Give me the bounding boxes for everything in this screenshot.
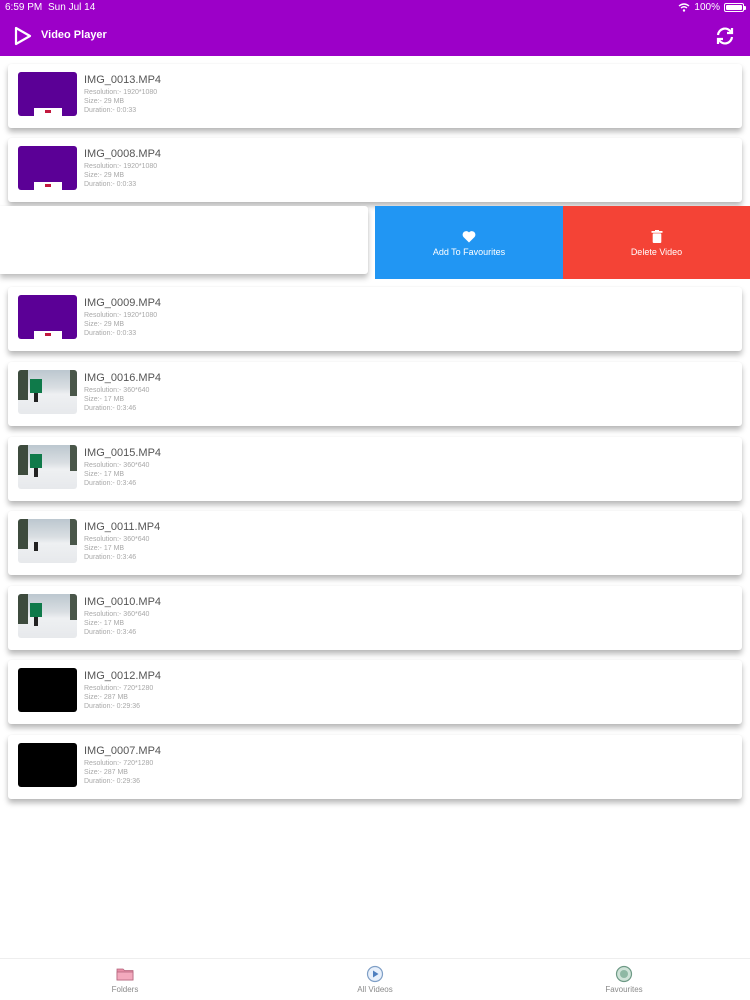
trash-icon bbox=[651, 230, 662, 243]
video-name: IMG_0011.MP4 bbox=[84, 521, 161, 533]
tab-folders[interactable]: Folders bbox=[65, 965, 185, 994]
video-name: IMG_0007.MP4 bbox=[84, 745, 162, 757]
status-date: Sun Jul 14 bbox=[48, 2, 96, 13]
wifi-icon bbox=[678, 3, 690, 12]
video-name: IMG_0013.MP4 bbox=[84, 74, 162, 86]
video-size: Size:- 29 MB bbox=[84, 321, 125, 328]
video-size: Size:- 29 MB bbox=[84, 172, 125, 179]
delete-video-button[interactable]: Delete Video bbox=[563, 206, 750, 279]
add-to-favourites-label: Add To Favourites bbox=[432, 247, 506, 257]
video-thumbnail bbox=[18, 146, 77, 190]
tab-all-videos[interactable]: All Videos bbox=[315, 965, 435, 994]
video-resolution: Resolution:- 360*640 bbox=[84, 611, 150, 618]
video-duration: Duration:- 0:0:33 bbox=[84, 181, 137, 188]
swiped-video-item[interactable] bbox=[0, 206, 368, 274]
battery-icon bbox=[724, 3, 746, 12]
video-size: Size:- 29 MB bbox=[84, 98, 125, 105]
video-name: IMG_0008.MP4 bbox=[84, 148, 162, 160]
video-size: Size:- 17 MB bbox=[84, 545, 125, 552]
video-thumbnail bbox=[18, 72, 77, 116]
video-item[interactable]: IMG_0010.MP4 Resolution:- 360*640 Size:-… bbox=[8, 586, 742, 650]
video-duration: Duration:- 0:29:36 bbox=[84, 778, 141, 785]
app-screen: 6:59 PM Sun Jul 14 100% Video Player IMG… bbox=[0, 0, 750, 1000]
status-bar: 6:59 PM Sun Jul 14 100% bbox=[0, 0, 750, 16]
header-bar: 6:59 PM Sun Jul 14 100% Video Player bbox=[0, 0, 750, 56]
video-resolution: Resolution:- 1920*1080 bbox=[84, 89, 158, 96]
video-item[interactable]: IMG_0007.MP4 Resolution:- 720*1280 Size:… bbox=[8, 735, 742, 799]
page-title: Video Player bbox=[41, 29, 107, 41]
video-resolution: Resolution:- 1920*1080 bbox=[84, 312, 158, 319]
video-item[interactable]: IMG_0015.MP4 Resolution:- 360*640 Size:-… bbox=[8, 437, 742, 501]
video-thumbnail bbox=[18, 594, 77, 638]
tab-bar: Folders All Videos Favourites bbox=[0, 958, 750, 1000]
refresh-icon[interactable] bbox=[714, 25, 736, 47]
video-resolution: Resolution:- 720*1280 bbox=[84, 685, 154, 692]
video-duration: Duration:- 0:3:46 bbox=[84, 629, 137, 636]
video-size: Size:- 17 MB bbox=[84, 620, 125, 627]
video-duration: Duration:- 0:0:33 bbox=[84, 330, 137, 337]
video-size: Size:- 17 MB bbox=[84, 471, 125, 478]
tab-favourites[interactable]: Favourites bbox=[564, 965, 684, 994]
video-resolution: Resolution:- 360*640 bbox=[84, 387, 150, 394]
video-item[interactable]: IMG_0016.MP4 Resolution:- 360*640 Size:-… bbox=[8, 362, 742, 426]
battery-percent: 100% bbox=[694, 2, 720, 13]
video-thumbnail bbox=[18, 445, 77, 489]
tab-folders-label: Folders bbox=[111, 985, 139, 994]
video-item[interactable]: IMG_0008.MP4 Resolution:- 1920*1080 Size… bbox=[8, 138, 742, 202]
video-item[interactable]: IMG_0012.MP4 Resolution:- 720*1280 Size:… bbox=[8, 660, 742, 724]
tab-favourites-label: Favourites bbox=[605, 985, 643, 994]
video-item[interactable]: IMG_0013.MP4 Resolution:- 1920*1080 Size… bbox=[8, 64, 742, 128]
video-duration: Duration:- 0:29:36 bbox=[84, 703, 141, 710]
video-item[interactable]: IMG_0009.MP4 Resolution:- 1920*1080 Size… bbox=[8, 287, 742, 351]
video-resolution: Resolution:- 1920*1080 bbox=[84, 163, 158, 170]
video-thumbnail bbox=[18, 743, 77, 787]
status-time: 6:59 PM bbox=[5, 2, 43, 13]
video-duration: Duration:- 0:3:46 bbox=[84, 554, 137, 561]
folder-icon bbox=[116, 968, 134, 981]
status-right: 100% bbox=[678, 2, 746, 13]
delete-video-label: Delete Video bbox=[630, 247, 683, 257]
video-duration: Duration:- 0:3:46 bbox=[84, 405, 137, 412]
navbar: Video Player bbox=[0, 22, 750, 50]
video-size: Size:- 17 MB bbox=[84, 396, 125, 403]
play-logo-icon bbox=[14, 26, 32, 46]
tab-all-videos-label: All Videos bbox=[357, 985, 393, 994]
video-thumbnail bbox=[18, 370, 77, 414]
video-duration: Duration:- 0:3:46 bbox=[84, 480, 137, 487]
video-thumbnail bbox=[18, 668, 77, 712]
video-thumbnail bbox=[18, 295, 77, 339]
play-circle-icon bbox=[366, 965, 384, 983]
video-item[interactable]: IMG_0011.MP4 Resolution:- 360*640 Size:-… bbox=[8, 511, 742, 575]
video-size: Size:- 287 MB bbox=[84, 694, 128, 701]
video-name: IMG_0009.MP4 bbox=[84, 297, 162, 309]
video-thumbnail bbox=[18, 519, 77, 563]
video-size: Size:- 287 MB bbox=[84, 769, 128, 776]
video-resolution: Resolution:- 360*640 bbox=[84, 462, 150, 469]
add-to-favourites-button[interactable]: Add To Favourites bbox=[375, 206, 563, 279]
video-name: IMG_0016.MP4 bbox=[84, 372, 162, 384]
video-resolution: Resolution:- 360*640 bbox=[84, 536, 150, 543]
video-duration: Duration:- 0:0:33 bbox=[84, 107, 137, 114]
favourites-icon bbox=[615, 965, 633, 983]
heart-icon bbox=[462, 231, 476, 243]
video-name: IMG_0015.MP4 bbox=[84, 447, 162, 459]
video-name: IMG_0012.MP4 bbox=[84, 670, 162, 682]
video-name: IMG_0010.MP4 bbox=[84, 596, 162, 608]
video-resolution: Resolution:- 720*1280 bbox=[84, 760, 154, 767]
